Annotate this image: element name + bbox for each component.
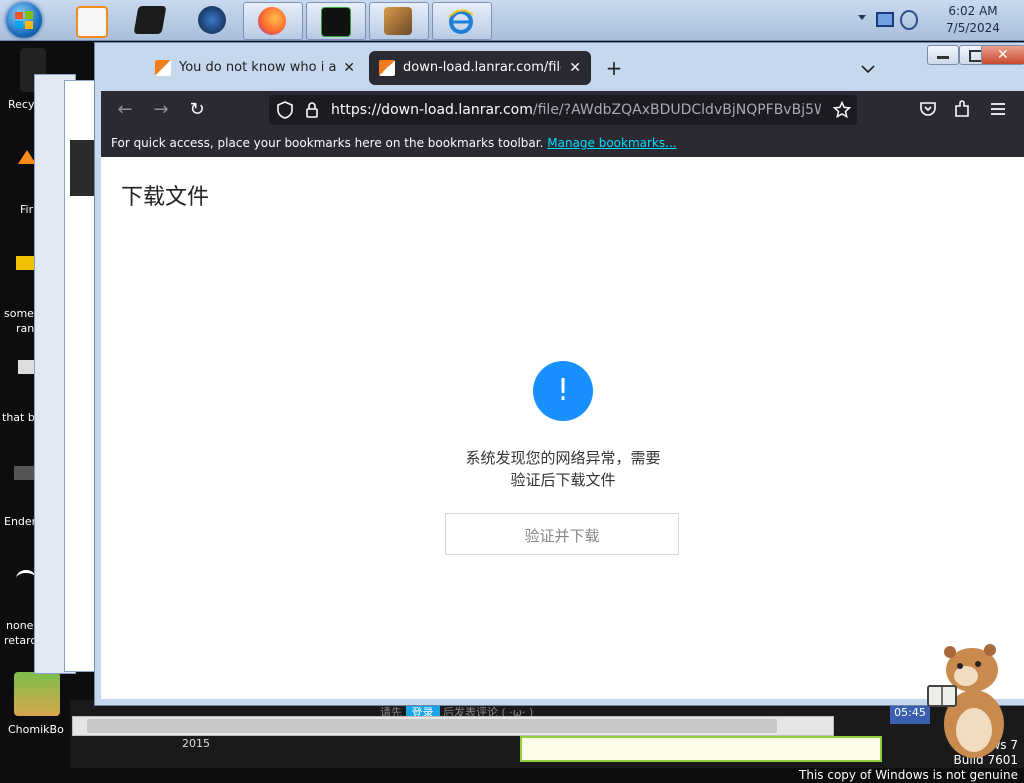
reload-icon: ↻ (189, 99, 205, 120)
start-button[interactable] (6, 2, 42, 38)
ender-shortcut-icon[interactable] (14, 466, 36, 480)
network-icon[interactable] (876, 12, 894, 27)
desktop-label-ran: ran (16, 322, 35, 335)
lanzou-favicon-icon (155, 60, 171, 76)
taskbar-app-black[interactable] (122, 2, 178, 38)
media-player-icon (76, 6, 108, 38)
tab-title: down-load.lanrar.com/file/?AW (403, 60, 561, 75)
app-box-icon (133, 6, 167, 34)
url-text[interactable]: https://down-load.lanrar.com/file/?AWdbZ… (331, 95, 821, 125)
clock-time: 6:02 AM (948, 4, 998, 18)
show-hidden-icons-icon[interactable] (858, 15, 866, 20)
back-arrow-icon: ← (117, 99, 133, 120)
message-line-1: 系统发现您的网络异常，需要 (465, 449, 661, 467)
message-line-2: 验证后下载文件 (510, 471, 616, 489)
bookmark-star-icon[interactable] (833, 101, 851, 119)
pocket-icon[interactable] (919, 100, 937, 118)
verify-download-button[interactable]: 验证并下载 (445, 513, 679, 555)
year-label: 2015 (182, 737, 210, 750)
address-bar[interactable]: https://down-load.lanrar.com/file/?AWdbZ… (269, 95, 857, 125)
globe-icon (198, 6, 226, 34)
verification-message: 系统发现您的网络异常，需要 验证后下载文件 (413, 447, 713, 491)
shield-icon[interactable] (277, 101, 293, 119)
windows-logo-icon (15, 11, 33, 29)
tab-download-page[interactable]: down-load.lanrar.com/file/?AW ✕ (369, 51, 591, 85)
taskbar-internet-explorer[interactable] (432, 2, 492, 40)
speedometer-icon[interactable] (16, 570, 36, 587)
forward-button[interactable]: → (149, 99, 173, 121)
new-tab-button[interactable]: + (601, 55, 627, 81)
internet-explorer-icon (447, 7, 475, 35)
desktop-label-retarc: retarc (4, 634, 37, 647)
bookmarks-toolbar: For quick access, place your bookmarks h… (101, 129, 1024, 157)
taskbar-globe-app[interactable] (184, 2, 240, 38)
manage-bookmarks-link[interactable]: Manage bookmarks... (547, 136, 676, 150)
hamster-desktop-pet-icon[interactable] (926, 640, 1022, 764)
lock-icon[interactable] (305, 101, 319, 119)
desktop-label-thatb: that b (2, 411, 35, 424)
monitor-icon (321, 7, 351, 37)
page-content: 下载文件 ! 系统发现您的网络异常，需要 验证后下载文件 验证并下载 (101, 157, 1024, 699)
alert-icon: ! (533, 361, 593, 421)
watermark-line-3: This copy of Windows is not genuine (799, 768, 1018, 782)
navigation-toolbar: ← → ↻ https://down-load.lanrar.com/file/… (101, 91, 1024, 129)
time-badge: 05:45 (890, 706, 930, 724)
desktop-label-ender: Ender (4, 515, 37, 528)
system-tray: 6:02 AM 7/5/2024 (854, 0, 1024, 40)
lanzou-favicon-icon (379, 60, 395, 76)
clock[interactable]: 6:02 AM 7/5/2024 (938, 3, 1008, 37)
bookmarks-message: For quick access, place your bookmarks h… (111, 129, 677, 157)
back-button[interactable]: ← (113, 99, 137, 121)
chevron-down-icon (861, 65, 875, 74)
taskbar-monitor-app[interactable] (306, 2, 366, 40)
taskbar-media-player[interactable] (62, 2, 118, 38)
firefox-window: ✕ You do not know who i am.zip ✕ down-lo… (94, 42, 1024, 706)
hamburger-menu-icon[interactable] (989, 100, 1007, 118)
clock-date: 7/5/2024 (946, 21, 1000, 35)
game-icon (384, 7, 412, 35)
folder-icon[interactable] (16, 256, 34, 270)
horizontal-scrollbar[interactable] (72, 716, 834, 736)
tab-zip-file[interactable]: You do not know who i am.zip ✕ (145, 51, 365, 85)
forward-arrow-icon: → (153, 99, 169, 120)
list-all-tabs-button[interactable] (861, 59, 881, 79)
bookmarks-hint: For quick access, place your bookmarks h… (111, 136, 544, 150)
taskbar-game-app[interactable] (369, 2, 429, 40)
desktop-label-chomikbox: ChomikBo (8, 723, 64, 736)
desktop-label-none: none (6, 619, 34, 632)
desktop-label-recycle: Recy (8, 98, 35, 111)
tab-strip: You do not know who i am.zip ✕ down-load… (101, 51, 1024, 91)
extensions-icon[interactable] (953, 100, 971, 118)
tab-close-icon[interactable]: ✕ (343, 51, 355, 85)
desktop-label-some: some (4, 307, 34, 320)
tab-close-icon[interactable]: ✕ (569, 51, 581, 85)
taskbar-firefox[interactable] (243, 2, 303, 40)
reload-button[interactable]: ↻ (185, 99, 209, 121)
volume-icon[interactable] (900, 10, 918, 30)
scrollbar-thumb[interactable] (87, 719, 777, 733)
chomikbox-icon[interactable] (14, 672, 60, 716)
firefox-icon (258, 7, 286, 35)
desktop-label-firefox: Fir (20, 203, 34, 216)
taskbar: 6:02 AM 7/5/2024 (0, 0, 1024, 41)
url-domain: https://down-load.lanrar.com (331, 102, 533, 118)
page-title: 下载文件 (121, 185, 210, 210)
url-path: /file/?AWdbZQAxBDUDCldvBjNQPFBvBj5WUFc6B… (532, 102, 821, 118)
plus-icon: + (605, 56, 623, 80)
tab-title: You do not know who i am.zip (179, 60, 337, 75)
